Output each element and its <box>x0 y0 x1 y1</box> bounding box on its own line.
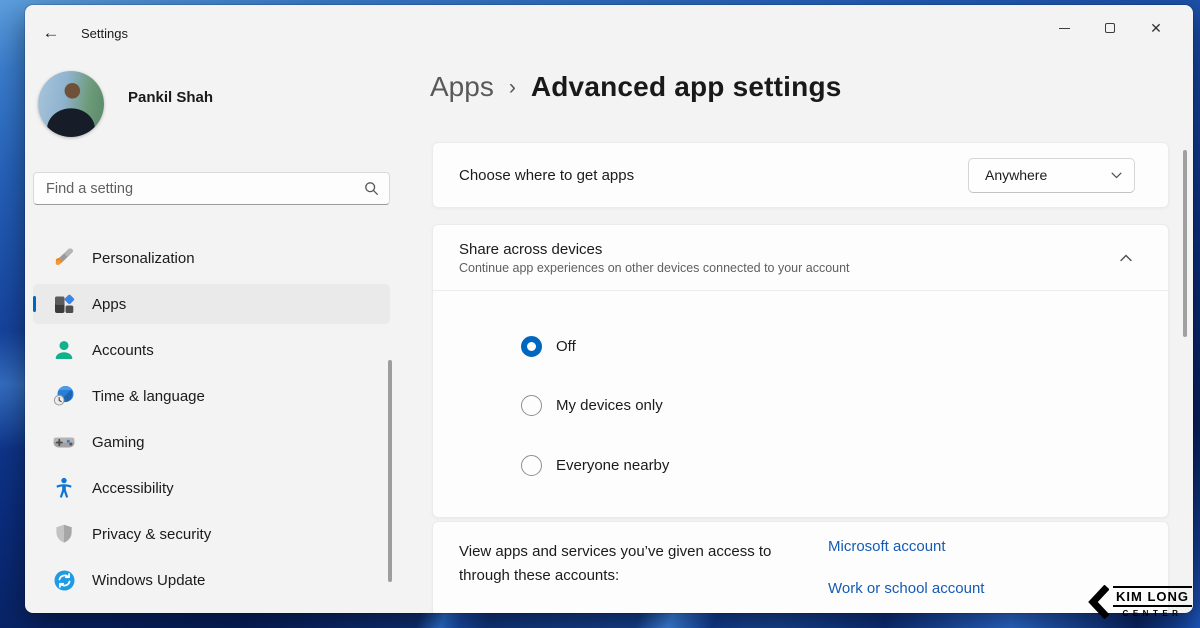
dropdown-value: Anywhere <box>985 167 1111 183</box>
radio-unselected-icon[interactable] <box>521 455 542 476</box>
user-name: Pankil Shah <box>128 89 213 106</box>
microsoft-account-link[interactable]: Microsoft account <box>828 538 984 555</box>
choose-where-card: Choose where to get apps Anywhere <box>432 142 1169 208</box>
gamepad-icon <box>51 429 77 455</box>
close-icon: ✕ <box>1150 20 1162 37</box>
close-button[interactable]: ✕ <box>1133 13 1179 43</box>
settings-window: ← Settings ✕ Pankil Shah Personalization <box>25 5 1193 613</box>
share-across-devices-card: Share across devices Continue app experi… <box>432 224 1169 518</box>
sidebar-item-label: Personalization <box>92 250 195 267</box>
sidebar-item-personalization[interactable]: Personalization <box>33 238 390 278</box>
watermark-line1: KIM LONG <box>1113 586 1192 607</box>
sidebar-item-label: Time & language <box>92 388 205 405</box>
breadcrumb-separator-icon: › <box>494 76 531 100</box>
paintbrush-icon <box>51 245 77 271</box>
radio-option-everyone-nearby[interactable]: Everyone nearby <box>521 455 669 476</box>
shield-icon <box>51 521 77 547</box>
sidebar-item-label: Gaming <box>92 434 145 451</box>
accounts-access-card: View apps and services you’ve given acce… <box>432 521 1169 613</box>
search-box[interactable] <box>33 172 390 205</box>
chevron-down-icon <box>1111 172 1122 179</box>
watermark-line2: CENTER <box>1113 609 1192 618</box>
sidebar-item-privacy-security[interactable]: Privacy & security <box>33 514 390 554</box>
radio-label: Off <box>556 338 576 355</box>
sidebar-nav: Personalization Apps Accounts <box>33 238 390 600</box>
choose-where-label: Choose where to get apps <box>459 167 968 184</box>
sidebar-item-accounts[interactable]: Accounts <box>33 330 390 370</box>
maximize-icon <box>1105 23 1115 33</box>
accounts-icon <box>51 337 77 363</box>
main-scrollbar[interactable] <box>1183 150 1187 337</box>
sidebar-item-label: Apps <box>92 296 126 313</box>
sidebar-item-accessibility[interactable]: Accessibility <box>33 468 390 508</box>
apps-icon <box>51 291 77 317</box>
breadcrumb-apps[interactable]: Apps <box>430 71 494 103</box>
search-input[interactable] <box>46 181 364 197</box>
radio-unselected-icon[interactable] <box>521 395 542 416</box>
user-avatar[interactable] <box>38 71 104 137</box>
kim-long-center-watermark: KIM LONG CENTER <box>1087 585 1192 619</box>
work-school-account-link[interactable]: Work or school account <box>828 580 984 597</box>
radio-option-my-devices[interactable]: My devices only <box>521 395 663 416</box>
watermark-chevron-icon <box>1087 585 1109 619</box>
time-language-icon <box>51 383 77 409</box>
page-title: Advanced app settings <box>531 71 842 103</box>
sidebar-item-label: Accounts <box>92 342 154 359</box>
maximize-button[interactable] <box>1087 13 1133 43</box>
sidebar-item-windows-update[interactable]: Windows Update <box>33 560 390 600</box>
sidebar-item-time-language[interactable]: Time & language <box>33 376 390 416</box>
share-expander-header[interactable]: Share across devices Continue app experi… <box>433 225 1168 291</box>
search-icon <box>364 181 379 196</box>
breadcrumb: Apps › Advanced app settings <box>430 71 842 103</box>
back-arrow-icon: ← <box>43 23 60 43</box>
radio-option-off[interactable]: Off <box>521 336 576 357</box>
accessibility-icon <box>51 475 77 501</box>
chevron-up-icon <box>1120 254 1132 262</box>
window-title: Settings <box>81 26 128 41</box>
sidebar-item-gaming[interactable]: Gaming <box>33 422 390 462</box>
app-source-dropdown[interactable]: Anywhere <box>968 158 1135 193</box>
minimize-button[interactable] <box>1041 13 1087 43</box>
share-title: Share across devices <box>459 241 1120 258</box>
radio-selected-icon[interactable] <box>521 336 542 357</box>
wallpaper-ribbon <box>0 330 26 450</box>
share-subtitle: Continue app experiences on other device… <box>459 261 1120 275</box>
sidebar-scrollbar[interactable] <box>388 360 392 582</box>
sidebar-item-apps[interactable]: Apps <box>33 284 390 324</box>
window-controls: ✕ <box>1041 13 1179 43</box>
back-button[interactable]: ← <box>38 21 64 45</box>
radio-label: My devices only <box>556 397 663 414</box>
radio-label: Everyone nearby <box>556 457 669 474</box>
sidebar-item-label: Accessibility <box>92 480 174 497</box>
sidebar-item-label: Windows Update <box>92 572 205 589</box>
sidebar-item-label: Privacy & security <box>92 526 211 543</box>
minimize-icon <box>1059 28 1070 29</box>
accounts-access-label: View apps and services you’ve given acce… <box>459 540 814 588</box>
sync-icon <box>51 567 77 593</box>
